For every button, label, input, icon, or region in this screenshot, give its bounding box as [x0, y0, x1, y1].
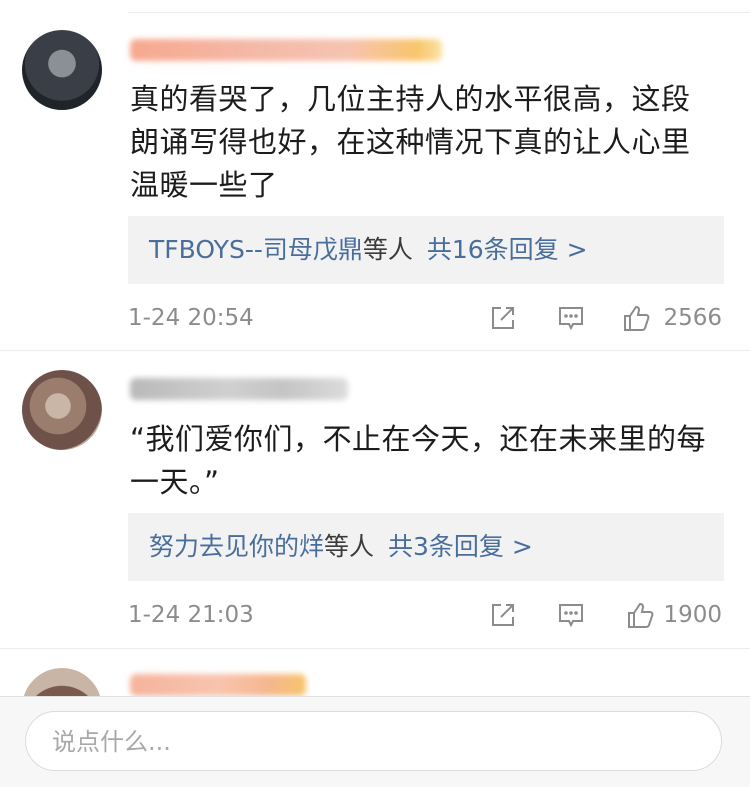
- top-divider: [128, 12, 750, 13]
- comment-icon[interactable]: [556, 303, 586, 333]
- comment-meta: 1-24 20:54 2566: [128, 300, 722, 336]
- replies-summary[interactable]: 努力去见你的烊等人 共3条回复 >: [128, 513, 724, 581]
- comment-icon[interactable]: [556, 600, 586, 630]
- username-blurred[interactable]: [130, 378, 348, 400]
- comment-input-box[interactable]: [25, 711, 722, 772]
- comment-text: 真的看哭了，几位主持人的水平很高，这段 朗诵写得也好，在这种情况下真的让人心里 …: [130, 82, 691, 202]
- comment-input-bar: [0, 696, 750, 787]
- timestamp: 1-24 21:03: [128, 602, 254, 628]
- reply-usernames[interactable]: 努力去见你的烊: [149, 532, 324, 561]
- like-icon[interactable]: [622, 303, 652, 333]
- reply-others-label: 等人: [324, 532, 375, 561]
- username-blurred[interactable]: [130, 674, 306, 696]
- divider: [0, 350, 750, 351]
- comment-text: “我们爱你们，不止在今天，还在未来里的每 一天。”: [130, 422, 707, 499]
- like-count: 2566: [663, 305, 722, 331]
- reply-count-link[interactable]: 共16条回复 >: [427, 235, 588, 264]
- reply-count-link[interactable]: 共3条回复 >: [388, 532, 533, 561]
- comment-input[interactable]: [50, 712, 694, 772]
- divider: [0, 648, 750, 649]
- like-count: 1900: [663, 602, 722, 628]
- replies-summary[interactable]: TFBOYS--司母戊鼎等人 共16条回复 >: [128, 216, 724, 284]
- avatar[interactable]: [22, 30, 102, 110]
- timestamp: 1-24 20:54: [128, 305, 254, 331]
- avatar[interactable]: [22, 370, 102, 450]
- share-icon[interactable]: [488, 600, 518, 630]
- reply-usernames[interactable]: TFBOYS--司母戊鼎: [149, 235, 363, 264]
- like-icon[interactable]: [626, 600, 656, 630]
- reply-others-label: 等人: [362, 235, 413, 264]
- username-blurred[interactable]: [130, 39, 442, 61]
- share-icon[interactable]: [488, 303, 518, 333]
- comment-meta: 1-24 21:03 1900: [128, 597, 722, 633]
